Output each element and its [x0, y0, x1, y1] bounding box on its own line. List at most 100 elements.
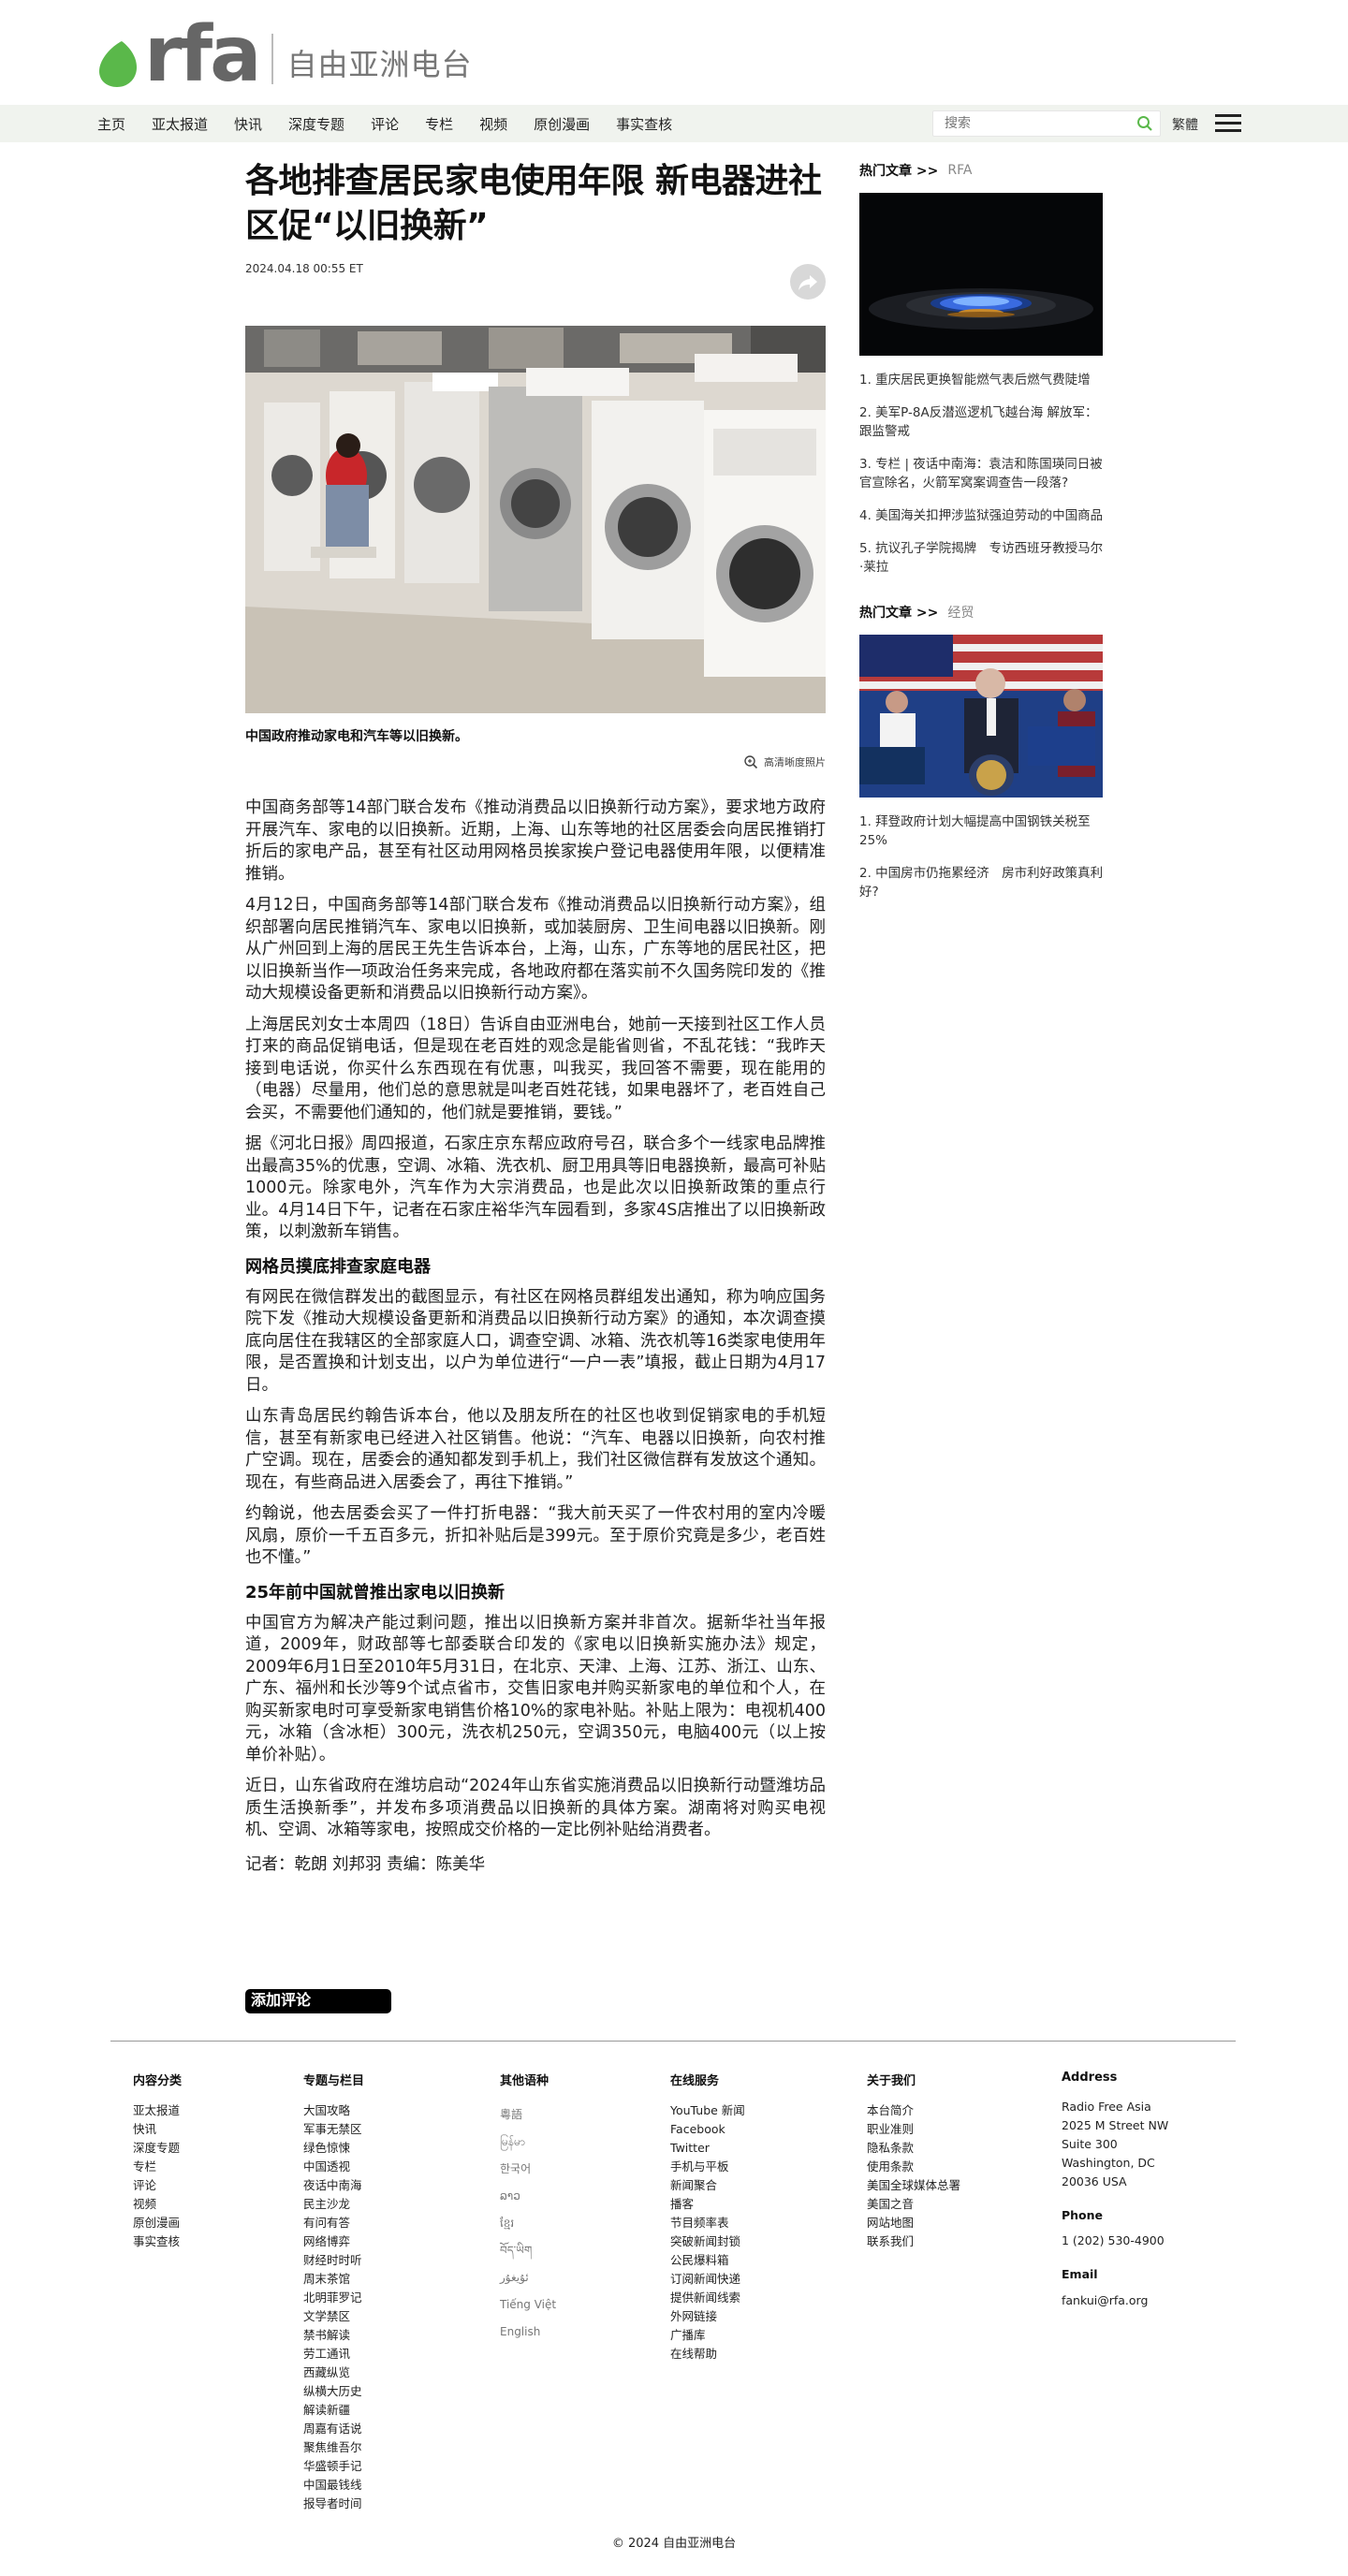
footer-link[interactable]: 深度专题: [133, 2139, 182, 2158]
footer-link[interactable]: 中国最钱线: [303, 2476, 364, 2495]
footer-link[interactable]: 视频: [133, 2195, 182, 2214]
footer-link[interactable]: 大国攻略: [303, 2101, 364, 2120]
footer-link[interactable]: 劳工通讯: [303, 2345, 364, 2364]
footer-link[interactable]: 专栏: [133, 2158, 182, 2176]
washing-machines-photo: [245, 326, 826, 713]
nav-item[interactable]: 原创漫画: [534, 114, 590, 134]
footer-link[interactable]: 在线帮助: [670, 2345, 745, 2364]
footer-link[interactable]: 中国透视: [303, 2158, 364, 2176]
footer-link[interactable]: 美国之音: [867, 2195, 960, 2214]
popular-article-link[interactable]: 1. 重庆居民更换智能燃气表后燃气费陡增: [859, 371, 1105, 389]
language-link[interactable]: 粵語: [500, 2101, 556, 2129]
footer-link[interactable]: 网络博弈: [303, 2232, 364, 2251]
footer-link[interactable]: 军事无禁区: [303, 2120, 364, 2139]
footer-link[interactable]: 聚焦维吾尔: [303, 2438, 364, 2457]
share-button[interactable]: [790, 264, 826, 300]
rfa-logo[interactable]: rfa 自由亚洲电台: [97, 17, 472, 94]
popular-article-image[interactable]: [859, 193, 1103, 356]
nav-item[interactable]: 亚太报道: [152, 114, 208, 134]
footer-col-about: 关于我们 本台简介 职业准则 隐私条款 使用条款 美国全球媒体总署 美国之音 网站地图 联系我…: [867, 2071, 960, 2251]
footer-link[interactable]: 隐私条款: [867, 2139, 960, 2158]
footer-link[interactable]: 禁书解读: [303, 2326, 364, 2345]
footer-link[interactable]: 民主沙龙: [303, 2195, 364, 2214]
footer-link[interactable]: 美国全球媒体总署: [867, 2176, 960, 2195]
footer-link[interactable]: 纵横大历史: [303, 2382, 364, 2401]
article-byline: 记者：乾朗 刘邦羽 责编：陈美华: [245, 1854, 486, 1874]
nav-item[interactable]: 视频: [479, 114, 507, 134]
footer-link[interactable]: 手机与平板: [670, 2158, 745, 2176]
footer-link[interactable]: 华盛顿手记: [303, 2457, 364, 2476]
search-icon[interactable]: [1136, 114, 1154, 133]
hamburger-menu-icon[interactable]: [1215, 114, 1241, 133]
article-date: 2024.04.18 00:55 ET: [245, 262, 363, 275]
language-link[interactable]: 한국어: [500, 2156, 556, 2183]
traditional-chinese-toggle[interactable]: 繁體: [1172, 115, 1198, 134]
footer-link[interactable]: 周末茶馆: [303, 2270, 364, 2289]
footer-link[interactable]: 广播库: [670, 2326, 745, 2345]
language-link[interactable]: ខ្មែរ: [500, 2210, 556, 2237]
popular-articles-link[interactable]: 热门文章 >>: [859, 161, 938, 180]
footer-link[interactable]: 原创漫画: [133, 2214, 182, 2232]
nav-item[interactable]: 深度专题: [288, 114, 344, 134]
footer-link[interactable]: 联系我们: [867, 2232, 960, 2251]
footer-link[interactable]: 报导者时间: [303, 2495, 364, 2513]
footer-link[interactable]: 提供新闻线索: [670, 2289, 745, 2307]
nav-item[interactable]: 评论: [371, 114, 399, 134]
footer-link[interactable]: 夜话中南海: [303, 2176, 364, 2195]
footer-heading: 关于我们: [867, 2074, 916, 2088]
economy-article-link[interactable]: 2. 中国房市仍拖累经济 房市利好政策真利好?: [859, 864, 1105, 901]
footer-link[interactable]: 周嘉有话说: [303, 2420, 364, 2438]
sidebar: 热门文章 >> RFA 1. 重庆居民更换智能燃气表后燃气费陡增 2. 美军P-8…: [859, 161, 1105, 915]
footer-link[interactable]: 文学禁区: [303, 2307, 364, 2326]
hires-photo-link[interactable]: 高清晰度照片: [245, 754, 826, 769]
footer-link[interactable]: 本台简介: [867, 2101, 960, 2120]
popular-article-link[interactable]: 3. 专栏 | 夜话中南海：袁洁和陈国瑛同日被官宣除名，火箭军窝案调查告一段落?: [859, 455, 1105, 492]
footer-link[interactable]: Twitter: [670, 2139, 745, 2158]
economy-article-link[interactable]: 1. 拜登政府计划大幅提高中国钢铁关税至25%: [859, 812, 1105, 850]
add-comment-button[interactable]: 添加评论: [245, 1989, 391, 2013]
language-link[interactable]: English: [500, 2319, 556, 2346]
nav-item[interactable]: 快讯: [234, 114, 262, 134]
article-photo[interactable]: [245, 326, 826, 713]
main-nav: 主页 亚太报道 快讯 深度专题 评论 专栏 视频 原创漫画 事实查核 繁體: [0, 105, 1348, 142]
language-link[interactable]: Tiếng Việt: [500, 2291, 556, 2319]
footer-link[interactable]: 使用条款: [867, 2158, 960, 2176]
footer-link[interactable]: 新闻聚合: [670, 2176, 745, 2195]
language-link[interactable]: ລາວ: [500, 2183, 556, 2210]
search-input[interactable]: [933, 111, 1121, 136]
footer-link[interactable]: 快讯: [133, 2120, 182, 2139]
footer-link[interactable]: 有问有答: [303, 2214, 364, 2232]
popular-article-link[interactable]: 5. 抗议孔子学院揭牌 专访西班牙教授马尔·莱拉: [859, 539, 1105, 577]
footer-link[interactable]: 网站地图: [867, 2214, 960, 2232]
economy-article-image[interactable]: [859, 635, 1103, 798]
nav-item[interactable]: 主页: [97, 114, 125, 134]
email-link[interactable]: fankui@rfa.org: [1062, 2293, 1148, 2307]
footer-link[interactable]: 解读新疆: [303, 2401, 364, 2420]
nav-item[interactable]: 专栏: [425, 114, 453, 134]
footer-link[interactable]: 西藏纵览: [303, 2364, 364, 2382]
footer-link[interactable]: YouTube 新闻: [670, 2101, 745, 2120]
popular-articles-link[interactable]: 热门文章 >>: [859, 603, 938, 622]
footer-link[interactable]: 突破新闻封锁: [670, 2232, 745, 2251]
footer-link[interactable]: 财经时时听: [303, 2251, 364, 2270]
footer-link[interactable]: 亚太报道: [133, 2101, 182, 2120]
language-link[interactable]: ئۇيغۇر: [500, 2264, 556, 2291]
nav-item[interactable]: 事实查核: [616, 114, 672, 134]
footer-link[interactable]: 北明菲罗记: [303, 2289, 364, 2307]
footer-link[interactable]: 评论: [133, 2176, 182, 2195]
footer-link[interactable]: 节目频率表: [670, 2214, 745, 2232]
footer-link[interactable]: 外网链接: [670, 2307, 745, 2326]
article-body: 中国商务部等14部门联合发布《推动消费品以旧换新行动方案》，要求地方政府开展汽车…: [245, 798, 826, 1875]
popular-article-link[interactable]: 2. 美军P-8A反潜巡逻机飞越台海 解放军：跟监警戒: [859, 403, 1105, 441]
footer-link[interactable]: 绿色惊悚: [303, 2139, 364, 2158]
popular-article-link[interactable]: 4. 美国海关扣押涉监狱强迫劳动的中国商品: [859, 506, 1105, 525]
footer-link[interactable]: 播客: [670, 2195, 745, 2214]
footer-link[interactable]: Facebook: [670, 2120, 745, 2139]
language-link[interactable]: བོད་ཡིག: [500, 2237, 556, 2264]
footer-link[interactable]: 公民爆料箱: [670, 2251, 745, 2270]
footer-link[interactable]: 订阅新闻快递: [670, 2270, 745, 2289]
footer-link[interactable]: 职业准则: [867, 2120, 960, 2139]
article-paragraph: 有网民在微信群发出的截图显示，有社区在网格员群组发出通知，称为响应国务院下发《推…: [245, 1287, 826, 1395]
language-link[interactable]: မြန်မာ: [500, 2129, 556, 2156]
footer-link[interactable]: 事实查核: [133, 2232, 182, 2251]
